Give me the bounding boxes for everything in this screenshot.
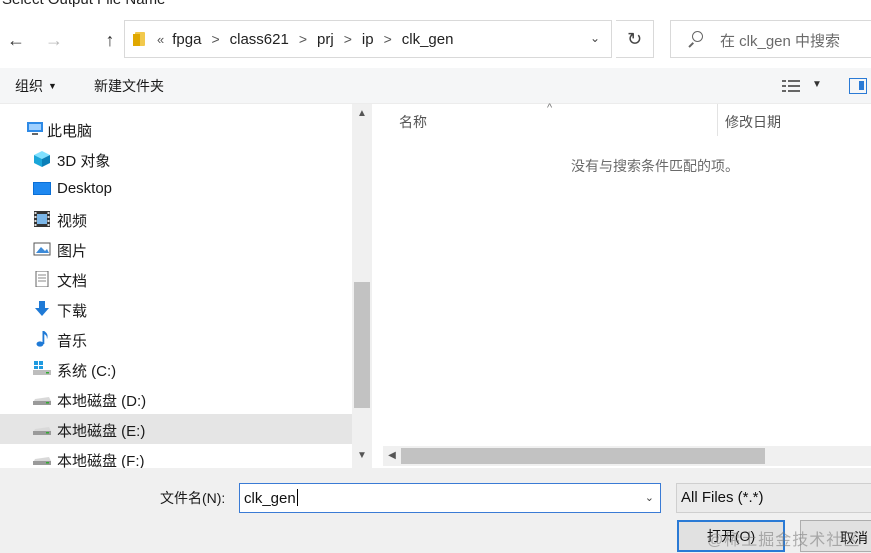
refresh-button[interactable]: ↻ (616, 20, 654, 58)
music-icon (36, 331, 48, 347)
address-row: ← → ↑ « fpga > class621 > prj > ip > clk… (0, 12, 871, 68)
file-list-pane[interactable]: ^ 名称 修改日期 没有与搜索条件匹配的项。 ◀ (375, 102, 871, 468)
folder-icon (133, 32, 147, 46)
picture-icon (33, 242, 51, 256)
tree-item-downloads[interactable]: 下载 (0, 294, 352, 324)
tree-item-label: 此电脑 (47, 123, 93, 140)
tree-item-3d-objects[interactable]: 3D 对象 (0, 144, 352, 174)
breadcrumb: « fpga > class621 > prj > ip > clk_gen (157, 21, 453, 57)
breadcrumb-separator-icon[interactable]: > (344, 31, 352, 47)
tree-item-local-disk-e[interactable]: 本地磁盘 (E:) (0, 414, 352, 444)
tree-item-local-disk-f[interactable]: 本地磁盘 (F:) (0, 444, 352, 468)
file-name-label: 文件名(N): (160, 490, 226, 506)
preview-pane-icon[interactable] (849, 78, 867, 94)
window-title: Select Output File Name (2, 0, 165, 8)
breadcrumb-fpga[interactable]: fpga (172, 31, 201, 48)
tree-item-desktop[interactable]: Desktop (0, 174, 352, 204)
computer-icon (27, 122, 43, 135)
download-icon (35, 301, 49, 316)
forward-button[interactable]: → (40, 26, 68, 54)
scroll-left-icon[interactable]: ◀ (383, 446, 401, 466)
search-placeholder: 在 clk_gen 中搜索 (720, 33, 841, 50)
breadcrumb-separator-icon[interactable]: > (211, 31, 219, 47)
forward-arrow-icon: → (45, 29, 63, 50)
tree-item-label: 下载 (57, 303, 88, 320)
breadcrumb-ip[interactable]: ip (362, 31, 374, 48)
nav-pane-scroll-thumb[interactable] (354, 282, 370, 408)
up-button[interactable]: ↑ (96, 26, 124, 54)
document-icon (35, 271, 49, 287)
empty-folder-message: 没有与搜索条件匹配的项。 (571, 158, 739, 174)
refresh-icon: ↻ (626, 28, 643, 49)
file-type-value: All Files (*.*) (681, 489, 764, 506)
column-header-date-modified[interactable]: 修改日期 (725, 112, 781, 132)
caret-down-icon: ▼ (48, 81, 57, 91)
new-folder-label: 新建文件夹 (94, 78, 164, 94)
tree-item-label: 3D 对象 (57, 153, 111, 170)
breadcrumb-clk-gen[interactable]: clk_gen (402, 31, 454, 48)
file-list-scroll-thumb[interactable] (401, 448, 765, 464)
tree-item-this-pc[interactable]: 此电脑 (0, 114, 352, 144)
search-input[interactable]: 在 clk_gen 中搜索 (670, 20, 871, 58)
dialog-footer: 文件名(N): clk_gen ⌄ All Files (*.*) 打开(O) … (0, 468, 871, 553)
tree-item-label: 视频 (57, 213, 88, 230)
column-header-name[interactable]: 名称 (399, 112, 427, 132)
address-dropdown-icon[interactable]: ⌄ (587, 31, 603, 47)
video-icon (34, 211, 50, 227)
up-arrow-icon: ↑ (105, 29, 115, 50)
address-bar[interactable]: « fpga > class621 > prj > ip > clk_gen ⌄ (124, 20, 612, 58)
command-toolbar: 组织 ▼ 新建文件夹 ▼ (0, 68, 871, 104)
sort-ascending-icon: ^ (547, 102, 553, 114)
tree-item-label: 本地磁盘 (D:) (57, 393, 147, 410)
back-arrow-icon: ← (7, 29, 25, 50)
organize-label: 组织 (15, 78, 43, 94)
new-folder-button[interactable]: 新建文件夹 (94, 76, 164, 96)
tree-item-pictures[interactable]: 图片 (0, 234, 352, 264)
window-title-strip: Select Output File Name (0, 0, 871, 12)
drive-icon (33, 427, 51, 435)
tree-item-documents[interactable]: 文档 (0, 264, 352, 294)
tree-item-label: Desktop (57, 180, 113, 197)
organize-button[interactable]: 组织 ▼ (15, 76, 57, 96)
text-cursor (296, 489, 298, 506)
nav-pane-scrollbar[interactable]: ▲ ▼ (352, 104, 372, 468)
scroll-up-icon[interactable]: ▲ (352, 104, 372, 124)
navigation-pane[interactable]: 此电脑 3D 对象 Desktop 视频 图片 文档 下载 音乐 系统 (C:)… (0, 104, 372, 468)
cube-3d-icon (34, 151, 50, 167)
desktop-icon (33, 182, 51, 195)
file-name-history-dropdown-icon[interactable]: ⌄ (645, 491, 654, 504)
tree-item-label: 本地磁盘 (F:) (57, 453, 145, 468)
file-type-select[interactable]: All Files (*.*) (676, 483, 871, 513)
tree-item-local-disk-d[interactable]: 本地磁盘 (D:) (0, 384, 352, 414)
tree-item-label: 音乐 (57, 333, 88, 350)
breadcrumb-separator-icon[interactable]: > (384, 31, 392, 47)
file-list-horizontal-scrollbar[interactable]: ◀ (383, 446, 871, 466)
tree-item-label: 文档 (57, 273, 88, 290)
file-name-value: clk_gen (244, 490, 296, 507)
view-options-icon[interactable] (782, 78, 800, 94)
drive-icon (33, 457, 51, 465)
tree-item-music[interactable]: 音乐 (0, 324, 352, 354)
scroll-down-icon[interactable]: ▼ (352, 446, 372, 466)
file-name-input[interactable]: clk_gen ⌄ (239, 483, 661, 513)
back-button[interactable]: ← (2, 26, 30, 54)
breadcrumb-prj[interactable]: prj (317, 31, 334, 48)
column-divider[interactable] (717, 104, 718, 136)
tree-item-label: 图片 (57, 243, 88, 260)
view-options-caret-icon[interactable]: ▼ (812, 79, 822, 90)
tree-item-label: 本地磁盘 (E:) (57, 423, 146, 440)
breadcrumb-class621[interactable]: class621 (230, 31, 289, 48)
tree-item-label: 系统 (C:) (57, 363, 117, 380)
tree-item-system-c[interactable]: 系统 (C:) (0, 354, 352, 384)
windows-drive-icon (33, 361, 51, 375)
drive-icon (33, 397, 51, 405)
tree-item-videos[interactable]: 视频 (0, 204, 352, 234)
search-icon (687, 31, 703, 47)
overflow-chevron-icon[interactable]: « (157, 32, 164, 47)
breadcrumb-separator-icon[interactable]: > (299, 31, 307, 47)
watermark: @稀土掘金技术社区 (707, 532, 861, 549)
